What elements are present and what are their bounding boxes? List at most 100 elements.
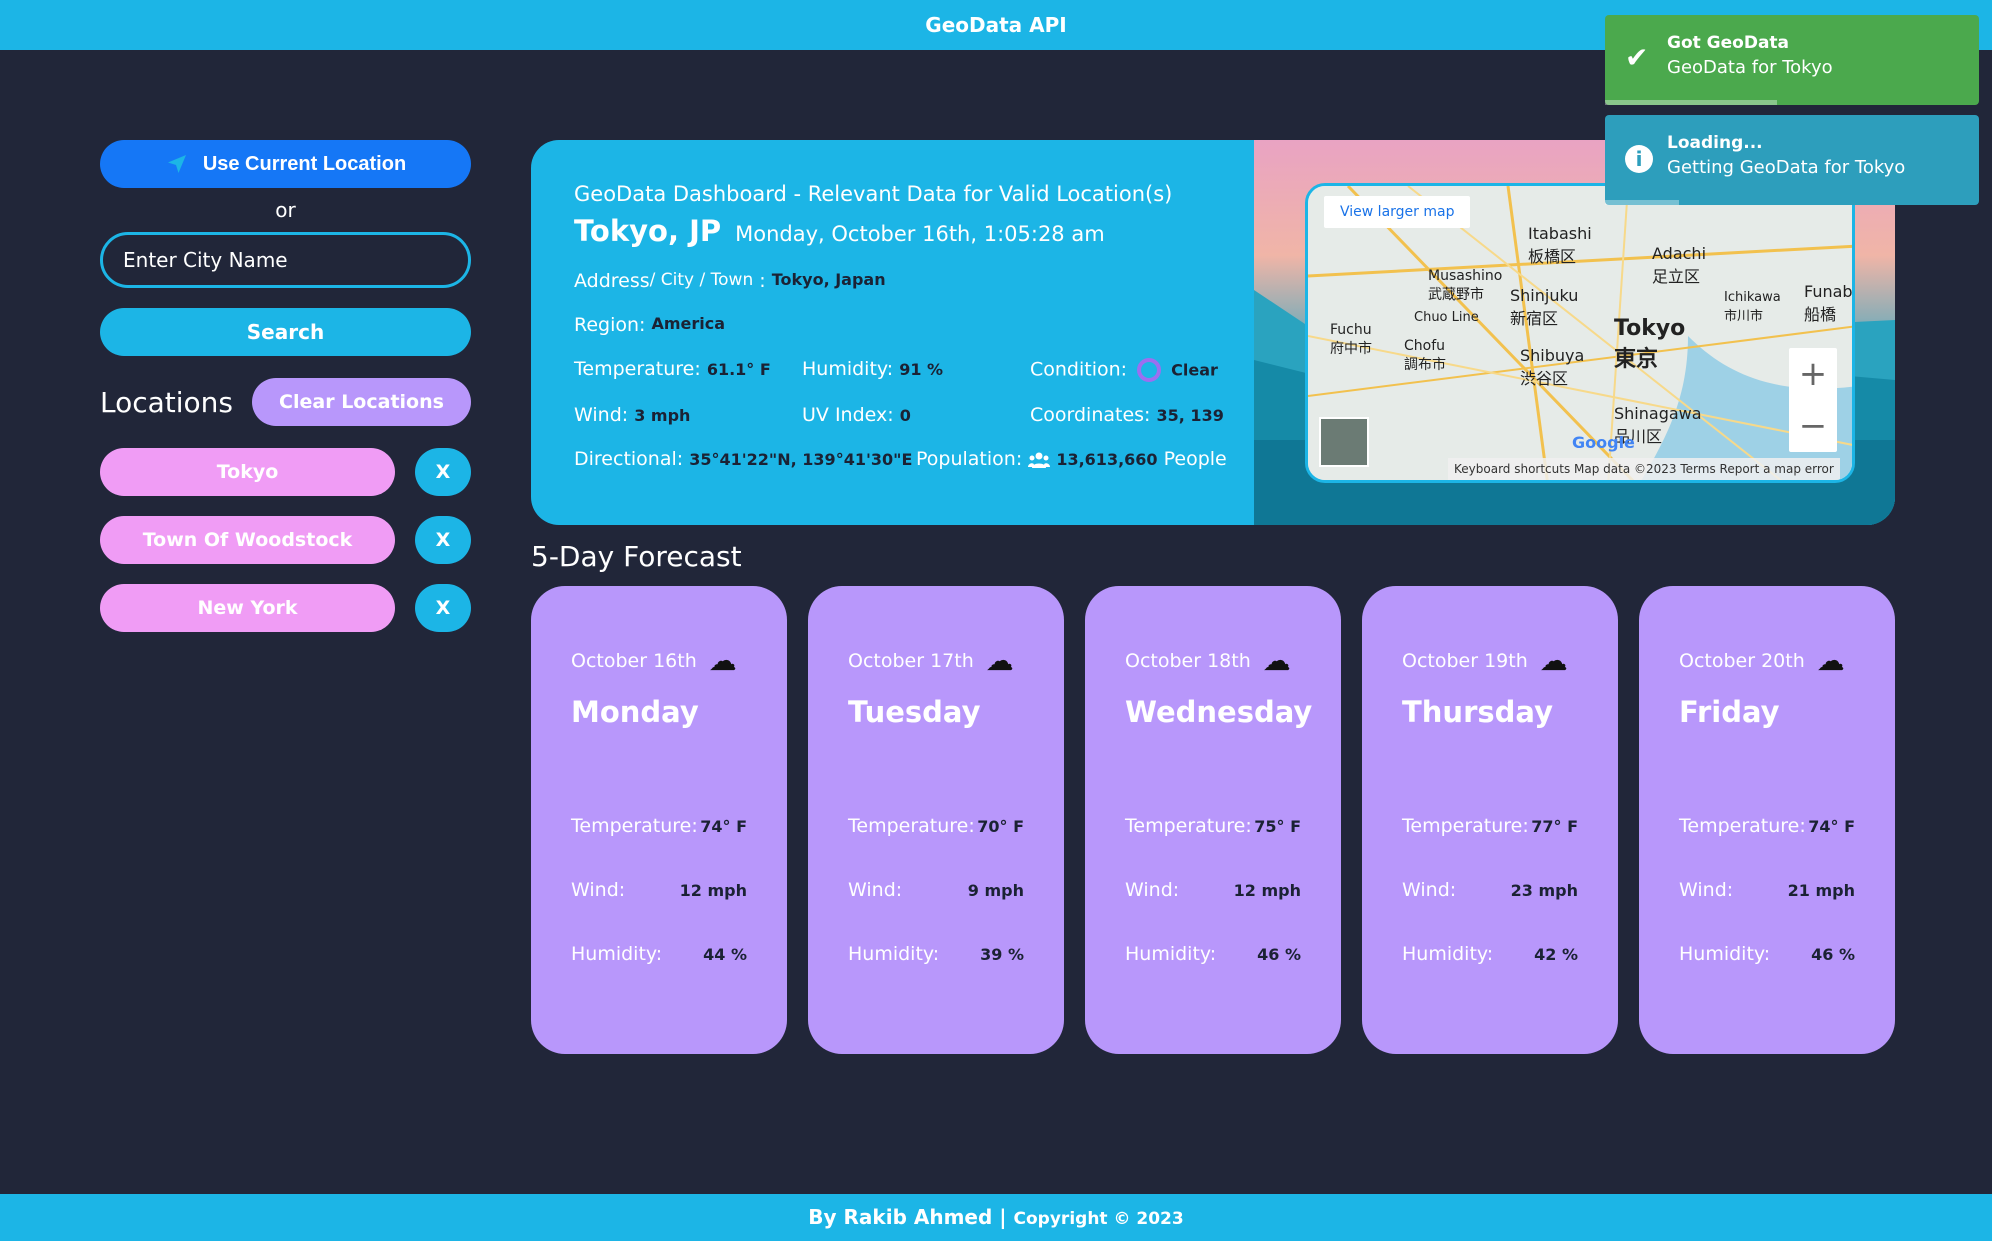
directional-value: 35°41'22"N, 139°41'30"E [689,450,913,469]
forecast-wind-label: Wind: [1402,879,1457,901]
forecast-humidity-label: Humidity: [571,943,663,965]
google-map[interactable]: View larger map Itabashi 板橋区 Adachi 足立区 Sh… [1305,183,1855,483]
coordinates-stat: Coordinates: 35, 139 [1030,404,1224,426]
footer-copyright: Copyright © 2023 [1013,1209,1184,1229]
wind-value: 3 mph [634,406,691,425]
city-search-input[interactable] [100,232,471,288]
dashboard-info: GeoData Dashboard - Relevant Data for Va… [574,182,1264,470]
uv-value: 0 [899,406,911,425]
humidity-value: 91 % [899,360,944,379]
forecast-temp-value: 70° F [977,816,1024,836]
map-label-chuo-line: Chuo Line [1414,310,1479,325]
dashboard-subtitle: GeoData Dashboard - Relevant Data for Va… [574,182,1173,206]
forecast-humidity-value: 42 % [1534,944,1578,964]
forecast-wind-label: Wind: [1125,879,1180,901]
forecast-temp-value: 74° F [700,816,747,836]
humidity-label: Humidity: [802,358,894,380]
view-larger-map-link[interactable]: View larger map [1324,196,1471,228]
forecast-temp-value: 75° F [1254,816,1301,836]
search-button[interactable]: Search [100,308,471,356]
clear-locations-button[interactable]: Clear Locations [252,378,471,426]
location-row-tokyo: Tokyo X [100,448,471,496]
forecast-wind-label: Wind: [848,879,903,901]
map-label-chofu: Chofu 調布市 [1404,338,1446,373]
forecast-card: October 17th ☁ Tuesday Temperature: 70° F … [808,586,1064,1054]
location-button-new-york[interactable]: New York [100,584,395,632]
toast-success-progress [1605,100,1777,105]
map-label-musashino: Musashino 武蔵野市 [1428,268,1503,303]
map-label-itabashi: Itabashi 板橋区 [1528,224,1592,266]
rain-cloud-icon: ☁ [708,644,737,677]
locations-header: Locations Clear Locations [100,378,471,426]
map-label-fuchu: Fuchu 府中市 [1330,322,1372,357]
city-name: Tokyo, JP [574,214,722,248]
map-label-shinjuku: Shinjuku 新宿区 [1510,286,1579,328]
forecast-humidity-label: Humidity: [1679,943,1771,965]
location-arrow-icon [167,155,186,173]
map-attribution[interactable]: Keyboard shortcuts Map data ©2023 Terms … [1448,458,1840,480]
forecast-humidity-value: 46 % [1811,944,1855,964]
wind-label: Wind: [574,404,629,426]
cloud-icon: ☁ [1539,644,1568,677]
use-current-location-button[interactable]: Use Current Location [100,140,471,188]
map-label-adachi: Adachi 足立区 [1652,244,1707,286]
forecast-card: October 18th ☁ Wednesday Temperature: 75° … [1085,586,1341,1054]
location-button-tokyo[interactable]: Tokyo [100,448,395,496]
toast-info[interactable]: i Loading... Getting GeoData for Tokyo [1605,115,1979,205]
footer-author: By Rakib Ahmed | [808,1205,1007,1229]
forecast-temp-label: Temperature: [1679,815,1806,837]
footer: By Rakib Ahmed | Copyright © 2023 [0,1194,1992,1241]
address-row: Address / City / Town : Tokyo, Japan [574,270,886,292]
zoom-in-button[interactable]: + [1789,348,1837,400]
cloud-icon: ☁ [1816,644,1845,677]
temperature-stat: Temperature: 61.1° F [574,358,802,382]
clear-sky-icon [1137,358,1162,382]
condition-stat: Condition: Clear [1030,358,1218,382]
coordinates-value: 35, 139 [1156,406,1224,425]
forecast-day: Tuesday [848,695,981,729]
forecast-wind-value: 12 mph [679,880,747,900]
forecast-date: October 18th [1125,649,1251,672]
locations-list: Tokyo X Town Of Woodstock X New York X [100,448,471,632]
remove-location-button-tokyo[interactable]: X [415,448,471,496]
forecast-date: October 16th [571,649,697,672]
cloud-icon: ☁ [1262,644,1291,677]
forecast-temp-value: 74° F [1808,816,1855,836]
remove-location-button-woodstock[interactable]: X [415,516,471,564]
forecast-humidity-label: Humidity: [1402,943,1494,965]
or-separator: or [275,198,296,222]
info-icon: i [1625,145,1653,173]
map-label-ichikawa: Ichikawa 市川市 [1724,290,1781,324]
forecast-temp-label: Temperature: [571,815,698,837]
remove-location-button-new-york[interactable]: X [415,584,471,632]
forecast-humidity-value: 44 % [703,944,747,964]
forecast-temp-label: Temperature: [1402,815,1529,837]
users-icon [1028,452,1051,468]
forecast-date: October 17th [848,649,974,672]
temperature-label: Temperature: [574,358,701,380]
forecast-humidity-value: 39 % [980,944,1024,964]
population-unit: People [1163,448,1227,470]
forecast-humidity-value: 46 % [1257,944,1301,964]
population-label: Population: [916,448,1023,470]
toast-success[interactable]: ✔ Got GeoData GeoData for Tokyo [1605,15,1979,105]
forecast-card: October 16th ☁ Monday Temperature: 74° F W… [531,586,787,1054]
dashboard-city-row: Tokyo, JP Monday, October 16th, 1:05:28 … [574,214,1264,248]
forecast-day: Friday [1679,695,1780,729]
directional-stat: Directional: 35°41'22"N, 139°41'30"E [574,448,916,470]
locations-title: Locations [100,385,234,419]
forecast-wind-value: 12 mph [1233,880,1301,900]
location-row-woodstock: Town Of Woodstock X [100,516,471,564]
toast-info-title: Loading... [1667,133,1763,153]
uv-label: UV Index: [802,404,894,426]
forecast-humidity-label: Humidity: [1125,943,1217,965]
forecast-temp-label: Temperature: [1125,815,1252,837]
location-button-woodstock[interactable]: Town Of Woodstock [100,516,395,564]
toast-info-message: Getting GeoData for Tokyo [1667,157,1906,178]
forecast-wind-value: 23 mph [1510,880,1578,900]
region-label: Region: [574,314,646,336]
forecast-temp-value: 77° F [1531,816,1578,836]
zoom-out-button[interactable]: − [1789,400,1837,452]
toast-success-title: Got GeoData [1667,33,1790,53]
map-label-funab: Funab 船橋 [1804,282,1853,324]
